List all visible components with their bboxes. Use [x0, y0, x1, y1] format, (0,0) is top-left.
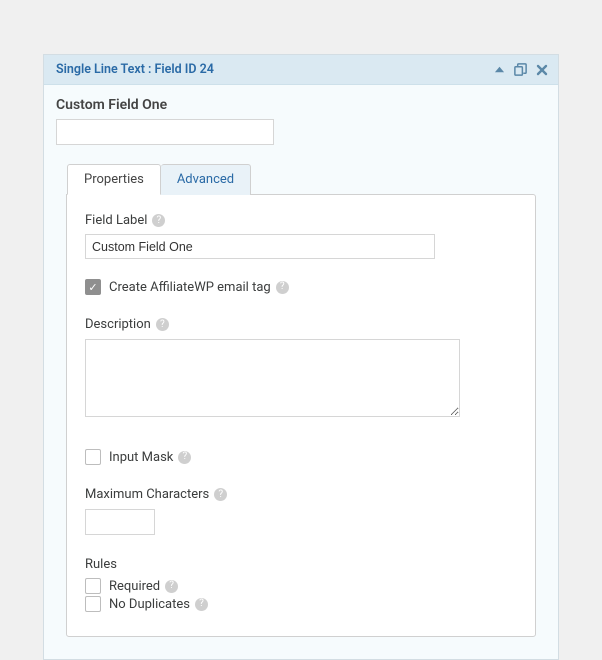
tab-properties[interactable]: Properties [67, 164, 161, 195]
max-chars-label: Maximum Characters ? [85, 487, 517, 502]
description-label: Description ? [85, 317, 517, 332]
help-icon[interactable]: ? [195, 598, 208, 611]
description-textarea[interactable] [85, 339, 460, 417]
help-icon[interactable]: ? [276, 281, 289, 294]
rule-required-checkbox[interactable] [85, 578, 101, 594]
email-tag-row: ✓ Create AffiliateWP email tag ? [85, 279, 517, 295]
field-preview-input[interactable] [56, 119, 274, 145]
duplicate-icon[interactable] [513, 62, 528, 77]
help-icon[interactable]: ? [152, 214, 165, 227]
rule-noduplicates-checkbox[interactable] [85, 596, 101, 612]
panel-title: Single Line Text : Field ID 24 [56, 62, 214, 77]
rule-required-label: Required ? [109, 579, 178, 594]
field-preview-label: Custom Field One [56, 97, 546, 113]
rule-noduplicates-label: No Duplicates ? [109, 597, 208, 612]
tabs: Properties Advanced [67, 164, 536, 195]
input-mask-row: Input Mask ? [85, 449, 517, 465]
email-tag-checkbox[interactable]: ✓ [85, 279, 101, 295]
field-label-text: Field Label [85, 213, 147, 228]
close-icon[interactable] [536, 64, 548, 76]
input-mask-label: Input Mask ? [109, 450, 191, 465]
field-settings-panel: Single Line Text : Field ID 24 [43, 54, 559, 660]
collapse-icon[interactable] [494, 64, 505, 75]
field-label-label: Field Label ? [85, 213, 517, 228]
help-icon[interactable]: ? [214, 488, 227, 501]
rule-required-row: Required ? [85, 578, 517, 594]
rules-label: Rules [85, 557, 517, 572]
tab-content-properties: Field Label ? ✓ Create AffiliateWP email… [66, 194, 536, 637]
tab-advanced[interactable]: Advanced [161, 164, 251, 195]
panel-actions [494, 62, 548, 77]
rule-noduplicates-row: No Duplicates ? [85, 596, 517, 612]
panel-header: Single Line Text : Field ID 24 [44, 55, 558, 85]
panel-body: Custom Field One Properties Advanced Fie… [44, 85, 558, 659]
help-icon[interactable]: ? [178, 451, 191, 464]
help-icon[interactable]: ? [165, 580, 178, 593]
help-icon[interactable]: ? [156, 318, 169, 331]
input-mask-checkbox[interactable] [85, 449, 101, 465]
field-label-input[interactable] [85, 234, 435, 259]
max-chars-input[interactable] [85, 509, 155, 535]
email-tag-label: Create AffiliateWP email tag ? [109, 280, 289, 295]
